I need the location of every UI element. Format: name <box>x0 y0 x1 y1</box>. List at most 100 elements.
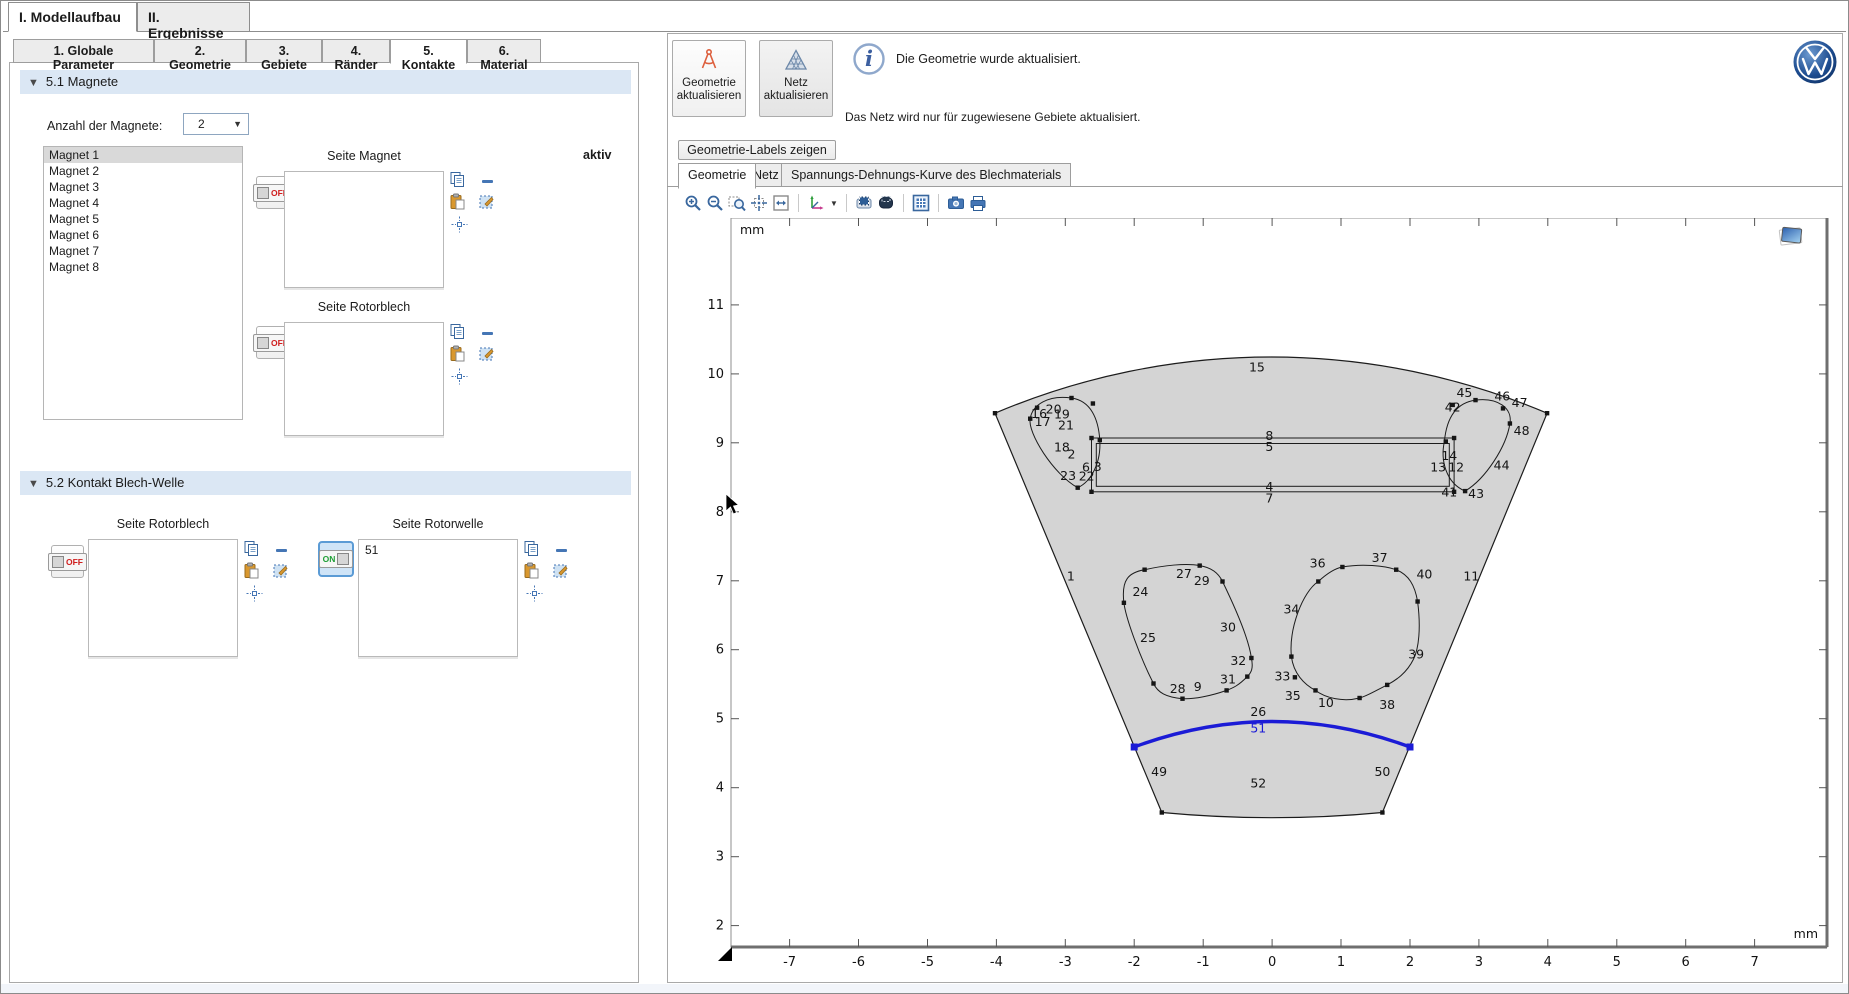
edge-label: 28 <box>1170 681 1186 696</box>
paste-icon[interactable] <box>449 345 466 362</box>
toolbar-separator <box>903 194 904 212</box>
view-tab-spannungs-dehnungs-kurve[interactable]: Spannungs-Dehnungs-Kurve des Blechmateri… <box>781 163 1071 187</box>
edge-label: 52 <box>1250 776 1266 791</box>
tab-globale-parameter[interactable]: 1. Globale Parameter <box>13 39 154 63</box>
axis-orientation-icon[interactable] <box>807 194 825 212</box>
magnet-count-select[interactable]: 2 ▼ <box>183 113 249 135</box>
magnet-list-item[interactable]: Magnet 7 <box>44 243 242 259</box>
edge-label: 39 <box>1408 647 1424 662</box>
section-header-magnete[interactable]: ▼5.1 Magnete <box>20 70 631 94</box>
edge-label: 10 <box>1318 695 1334 710</box>
copy-icon[interactable] <box>523 540 540 557</box>
edge-label: 21 <box>1058 418 1074 433</box>
edge-label: 6 <box>1082 460 1090 475</box>
zoom-out-icon[interactable] <box>706 194 724 212</box>
tab-gebiete[interactable]: 3. Gebiete <box>246 39 322 63</box>
edge-label: 50 <box>1374 764 1390 779</box>
image-snapshot-icon[interactable] <box>877 194 895 212</box>
camera-icon[interactable] <box>947 194 965 212</box>
tab-material[interactable]: 6. Material <box>467 39 541 63</box>
update-geometry-button[interactable]: Geometrie aktualisieren <box>672 40 746 117</box>
paste-icon[interactable] <box>243 562 260 579</box>
tab-kontakte[interactable]: 5. Kontakte <box>390 39 467 64</box>
toolbar-separator <box>798 194 799 212</box>
edge-label: 25 <box>1140 630 1156 645</box>
edge-label: 26 <box>1250 704 1266 719</box>
copy-icon[interactable] <box>243 540 260 557</box>
toggle-knob <box>257 187 269 199</box>
view-tab-geometrie[interactable]: Geometrie <box>678 163 756 189</box>
tab-geometrie[interactable]: 2. Geometrie <box>154 39 246 63</box>
edge-label: 15 <box>1249 360 1265 375</box>
magnet-list-item[interactable]: Magnet 5 <box>44 211 242 227</box>
magnet-list-item[interactable]: Magnet 4 <box>44 195 242 211</box>
zoom-to-selection-icon[interactable] <box>246 585 263 602</box>
svg-text:4: 4 <box>716 781 724 796</box>
copy-image-icon[interactable] <box>855 194 873 212</box>
collapse-triangle-icon: ▼ <box>28 478 39 490</box>
svg-text:5: 5 <box>1613 955 1621 970</box>
svg-text:-5: -5 <box>921 955 934 970</box>
clear-selection-icon[interactable] <box>478 194 495 211</box>
clear-selection-icon[interactable] <box>552 563 569 580</box>
svg-text:-7: -7 <box>783 955 796 970</box>
edge-label: 40 <box>1416 567 1432 582</box>
remove-icon[interactable] <box>273 542 290 559</box>
update-mesh-button[interactable]: Netz aktualisieren <box>759 40 833 117</box>
zoom-in-icon[interactable] <box>684 194 702 212</box>
magnet-list-item[interactable]: Magnet 2 <box>44 163 242 179</box>
edge-label: 48 <box>1514 423 1530 438</box>
seite-rotorwelle-selection-box[interactable]: 51 <box>358 539 518 657</box>
section-header-kontakt[interactable]: ▼5.2 Kontakt Blech-Welle <box>20 471 631 495</box>
edge-label: 46 <box>1494 389 1510 404</box>
print-icon[interactable] <box>969 194 987 212</box>
zoom-to-selection-icon[interactable] <box>451 216 468 233</box>
magnet-list-item[interactable]: Magnet 1 <box>44 147 242 163</box>
tab-modellaufbau[interactable]: I. Modellaufbau <box>8 2 137 32</box>
svg-text:7: 7 <box>1750 955 1758 970</box>
zoom-to-selection-icon[interactable] <box>451 368 468 385</box>
remove-icon[interactable] <box>553 542 570 559</box>
kontakt-rotorblech-selection-box[interactable] <box>88 539 238 657</box>
zoom-box-icon[interactable] <box>728 194 746 212</box>
zoom-to-selection-icon[interactable] <box>526 585 543 602</box>
remove-icon[interactable] <box>479 173 496 190</box>
dropdown-caret-icon[interactable]: ▼ <box>830 199 838 208</box>
seite-rotorblech-selection-box[interactable] <box>284 322 444 436</box>
zoom-extents-icon[interactable] <box>772 194 790 212</box>
magnet-list-item[interactable]: Magnet 3 <box>44 179 242 195</box>
geometry-plot[interactable]: -7-6-5-4-3-2-101234567234567891011mmmm 1… <box>668 218 1842 983</box>
clear-selection-icon[interactable] <box>478 346 495 363</box>
tab-raender[interactable]: 4. Ränder <box>322 39 390 63</box>
svg-text:2: 2 <box>716 919 724 934</box>
zoom-selected-icon[interactable] <box>750 194 768 212</box>
paste-icon[interactable] <box>523 562 540 579</box>
remove-icon[interactable] <box>479 325 496 342</box>
seite-rotorwelle-toggle[interactable]: ON <box>318 541 354 577</box>
magnet-count-value: 2 <box>198 117 205 131</box>
copy-icon[interactable] <box>449 171 466 188</box>
geometry-labels-button[interactable]: Geometrie-Labels zeigen <box>678 140 836 160</box>
magnet-list-item[interactable]: Magnet 8 <box>44 259 242 275</box>
section-title: 5.1 Magnete <box>46 74 118 89</box>
plot-settings-grid-icon[interactable] <box>912 194 930 212</box>
svg-text:mm: mm <box>740 222 764 237</box>
compass-icon <box>696 47 722 73</box>
copy-icon[interactable] <box>449 323 466 340</box>
svg-text:4: 4 <box>1544 955 1552 970</box>
edge-label: 41 <box>1441 485 1457 500</box>
kontakt-rotorblech-toggle[interactable]: OFF <box>51 545 84 578</box>
plot-corner-icon[interactable] <box>1779 227 1802 245</box>
chevron-down-icon: ▼ <box>233 119 242 129</box>
svg-text:6: 6 <box>716 643 724 658</box>
magnet-listbox[interactable]: Magnet 1Magnet 2Magnet 3Magnet 4Magnet 5… <box>43 146 243 420</box>
magnet-list-item[interactable]: Magnet 6 <box>44 227 242 243</box>
paste-icon[interactable] <box>449 193 466 210</box>
svg-text:8: 8 <box>716 505 724 520</box>
edge-label: 2 <box>1068 447 1076 462</box>
edge-label: 17 <box>1035 414 1051 429</box>
seite-magnet-selection-box[interactable] <box>284 171 444 288</box>
clear-selection-icon[interactable] <box>272 563 289 580</box>
svg-text:6: 6 <box>1682 955 1690 970</box>
tab-ergebnisse[interactable]: II. Ergebnisse <box>137 2 250 32</box>
